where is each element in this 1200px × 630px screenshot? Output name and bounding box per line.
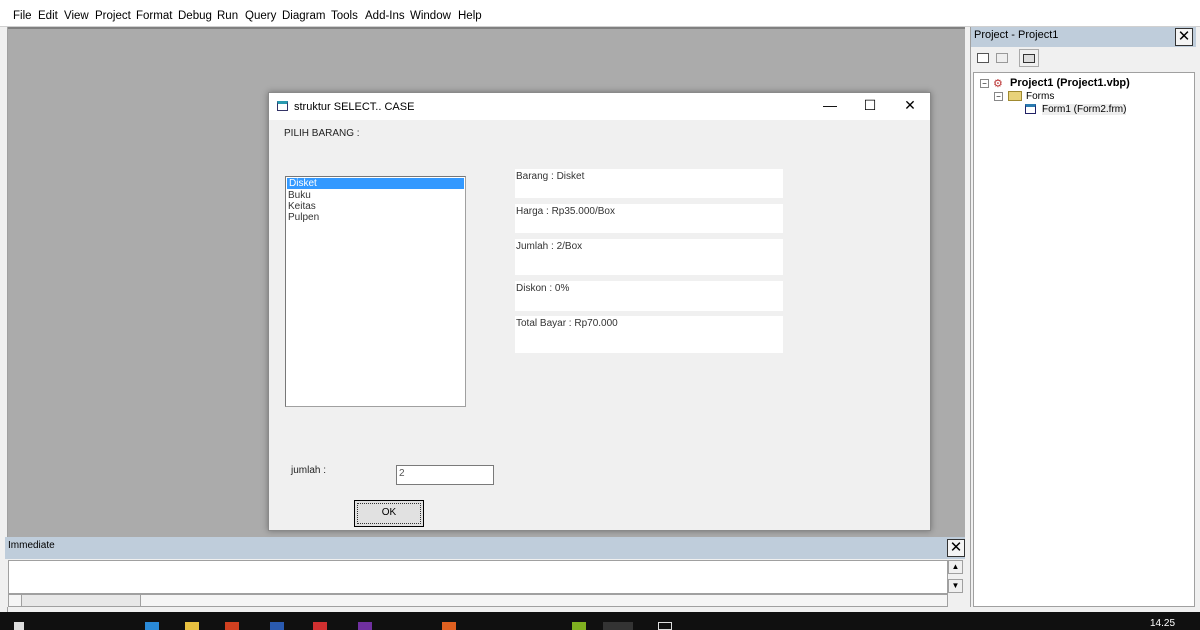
maximize-button[interactable]: ☐ [855,97,885,114]
horizontal-scrollbar[interactable] [8,594,948,607]
app-icon[interactable] [358,622,372,630]
menu-file[interactable]: File [13,10,32,22]
diskon-label: Diskon : 0% [515,281,783,311]
minimize-button[interactable]: — [815,97,845,113]
app-icon[interactable] [270,622,284,630]
form-window: struktur SELECT.. CASE — ☐ ✕ PILIH BARAN… [268,92,931,531]
menu-addins[interactable]: Add-Ins [365,10,405,22]
immediate-input[interactable] [8,560,948,594]
start-icon[interactable] [14,622,24,630]
total-label: Total Bayar : Rp70.000 [515,316,783,353]
app-icon[interactable] [225,622,239,630]
collapse-icon[interactable]: − [980,79,989,88]
ok-button[interactable]: OK [354,500,424,527]
close-project-button[interactable]: ✕ [1175,28,1193,46]
menu-view[interactable]: View [64,10,89,22]
list-item[interactable]: Pulpen [286,212,465,223]
app-icon[interactable] [658,622,672,630]
project-tree: − ⚙ Project1 (Project1.vbp) − Forms Form… [973,72,1195,607]
close-button[interactable]: ✕ [895,97,925,114]
menu-run[interactable]: Run [217,10,238,22]
project-title: Project - Project1 [971,27,1196,47]
menu-diagram[interactable]: Diagram [282,10,325,22]
tree-forms[interactable]: Forms [1026,91,1054,102]
app-icon[interactable] [572,622,586,630]
menu-query[interactable]: Query [245,10,276,22]
scrollbar-thumb[interactable] [21,594,141,607]
view-code-icon[interactable] [977,53,989,63]
immediate-title: Immediate [5,537,965,559]
project-icon: ⚙ [993,78,1003,90]
list-item[interactable]: Buku [286,190,465,201]
form-titlebar: struktur SELECT.. CASE — ☐ ✕ [269,93,930,120]
browser-icon[interactable] [145,622,159,630]
collapse-icon[interactable]: − [994,92,1003,101]
close-immediate-button[interactable]: ✕ [947,539,965,557]
list-item[interactable]: Keitas [286,201,465,212]
jumlah-input[interactable]: 2 [396,465,494,485]
menu-debug[interactable]: Debug [178,10,212,22]
form-title: struktur SELECT.. CASE [294,101,415,113]
taskbar: 14.25 [0,612,1200,630]
toggle-folders-button[interactable] [1019,49,1039,67]
view-object-icon[interactable] [996,53,1008,63]
menu-bar: File Edit View Project Format Debug Run Query Di… [0,0,1200,27]
project-explorer: Project - Project1 ✕ − ⚙ Project1 (Proje… [970,27,1196,607]
barang-label: Barang : Disket [515,169,783,198]
clock: 14.25 [1150,618,1176,629]
explorer-icon[interactable] [185,622,199,630]
menu-window[interactable]: Window [410,10,451,22]
tree-project[interactable]: Project1 (Project1.vbp) [1010,77,1130,89]
left-strip [0,27,8,612]
jumlah-label: jumlah : [291,465,327,476]
scroll-down-button[interactable]: ▼ [948,579,963,593]
menu-format[interactable]: Format [136,10,172,22]
list-item-selected[interactable]: Disket [287,178,464,189]
prompt-label: PILIH BARANG : [284,128,360,139]
form-icon [277,101,288,111]
menu-project[interactable]: Project [95,10,131,22]
tree-form1[interactable]: Form1 (Form2.frm) [1042,104,1127,115]
menu-tools[interactable]: Tools [331,10,358,22]
menu-edit[interactable]: Edit [38,10,58,22]
form-icon [1025,104,1036,114]
app-icon[interactable] [442,622,456,630]
vb-icon[interactable] [603,622,633,630]
immediate-window: Immediate ✕ ▲ ▼ [5,537,965,607]
harga-label: Harga : Rp35.000/Box [515,204,783,233]
jumlah-output-label: Jumlah : 2/Box [515,239,783,275]
item-listbox[interactable]: Disket Buku Keitas Pulpen [285,176,466,407]
menu-help[interactable]: Help [458,10,482,22]
folder-icon [1008,91,1022,101]
app-icon[interactable] [313,622,327,630]
folder-icon [1023,54,1035,63]
scroll-up-button[interactable]: ▲ [948,560,963,574]
